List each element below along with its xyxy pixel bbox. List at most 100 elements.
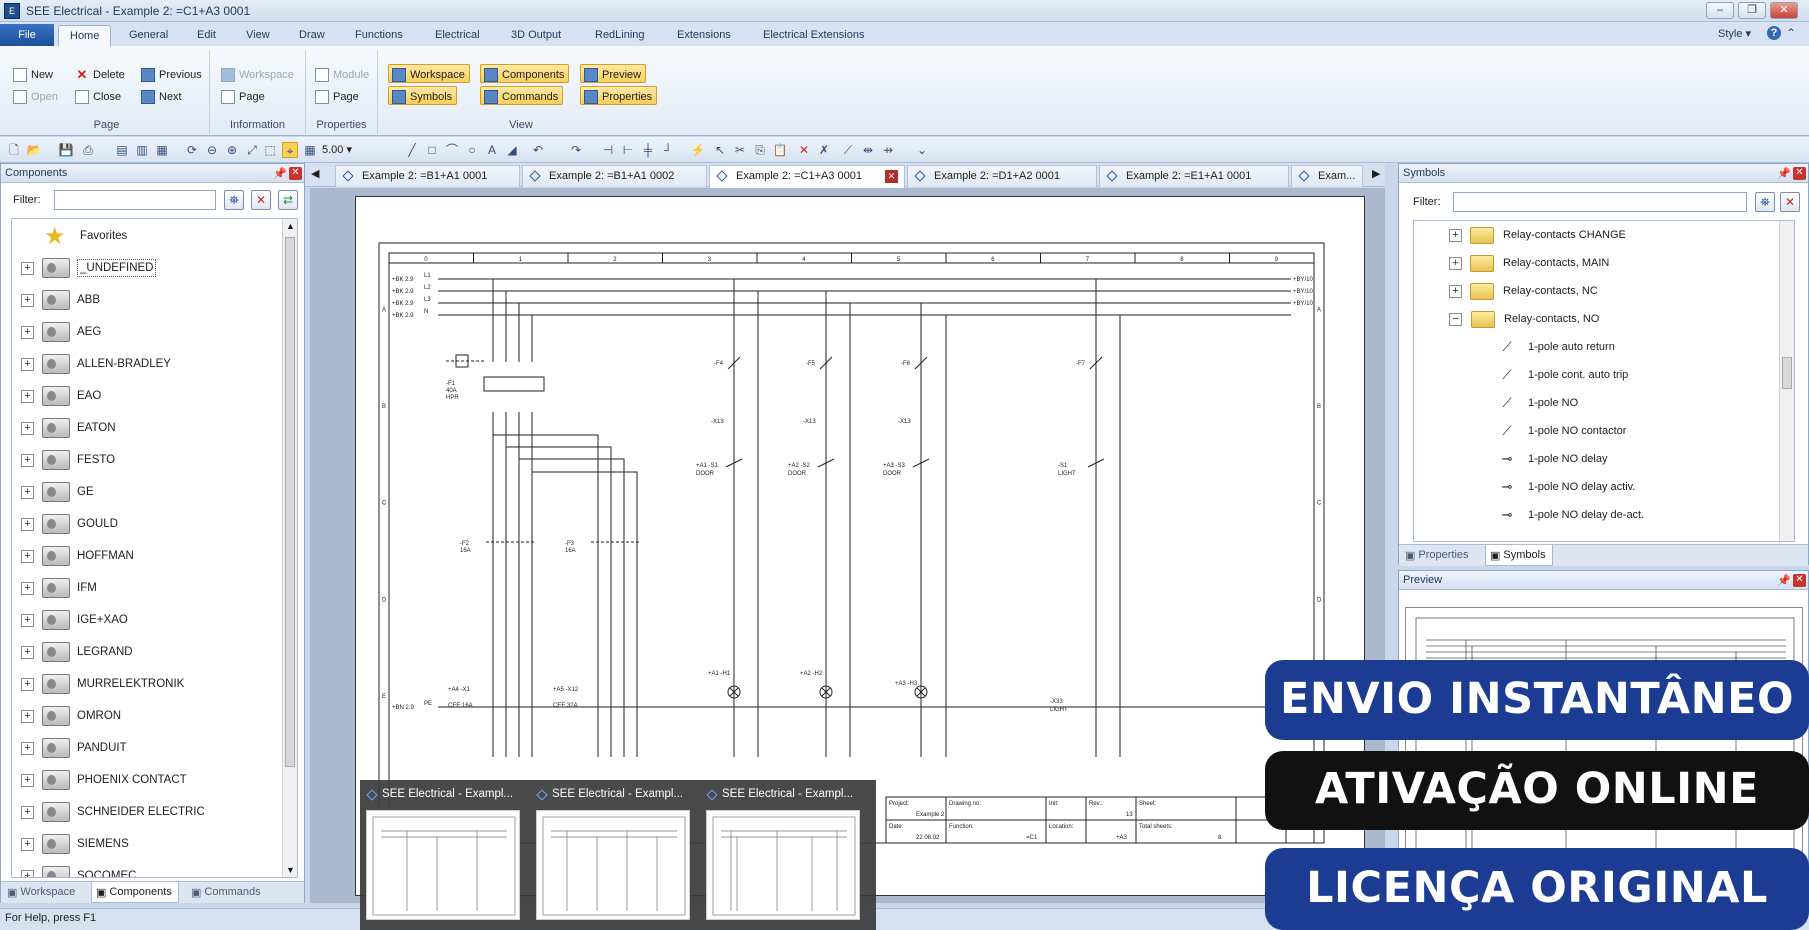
cut-icon[interactable]: ✂ — [732, 142, 748, 158]
component-library-item[interactable]: + GOULD — [12, 508, 282, 540]
expand-icon[interactable]: + — [1449, 284, 1462, 298]
component-library-item[interactable]: + PANDUIT — [12, 732, 282, 764]
expand-icon[interactable]: + — [21, 741, 34, 755]
connection-tool-icon[interactable]: ⊢ — [620, 142, 636, 158]
tab-home[interactable]: Home — [58, 25, 112, 46]
component-library-item[interactable]: + FESTO — [12, 444, 282, 476]
expand-icon[interactable]: + — [1449, 256, 1462, 270]
symbol-item[interactable]: ⊸ 1-pole NO delay — [1496, 445, 1608, 473]
scrollbar-thumb[interactable] — [285, 237, 295, 767]
snap-icon[interactable]: ⌖ — [282, 142, 298, 158]
symbol-item[interactable]: ⟋ 1-pole NO contactor — [1496, 417, 1626, 445]
favorites-item[interactable]: ★ Favorites — [12, 220, 282, 252]
component-library-item[interactable]: + SOCOMEC — [12, 860, 282, 877]
component-library-item[interactable]: + SCHNEIDER ELECTRIC — [12, 796, 282, 828]
hatch-tool-icon[interactable]: ◢ — [504, 142, 520, 158]
tab-commands[interactable]: ▣ Commands — [187, 882, 267, 903]
rectangle-tool-icon[interactable]: □ — [424, 142, 440, 158]
print-icon[interactable]: ⎙ — [80, 142, 96, 158]
close-icon[interactable]: ✕ — [1793, 167, 1806, 180]
pin-icon[interactable]: 📌 — [1777, 574, 1791, 587]
tab-components[interactable]: ▣ Components — [91, 882, 179, 903]
expand-icon[interactable]: + — [21, 421, 34, 435]
symbol-item[interactable]: ⟋ 1-pole NO — [1496, 389, 1578, 417]
component-library-item[interactable]: + IFM — [12, 572, 282, 604]
expand-icon[interactable]: + — [21, 389, 34, 403]
export-icon[interactable]: ▦ — [154, 142, 170, 158]
doc-tab[interactable]: Example 2: =D1+A2 0001 — [907, 165, 1097, 187]
close-page-button[interactable]: Close — [72, 86, 125, 105]
line-tool-icon[interactable]: ╱ — [404, 142, 420, 158]
expand-icon[interactable]: + — [21, 453, 34, 467]
maximize-button[interactable]: ❐ — [1738, 2, 1766, 19]
scroll-up-icon[interactable]: ▲ — [286, 221, 295, 231]
doc-tab[interactable]: Example 2: =B1+A1 0001 — [335, 165, 520, 187]
module-properties-button[interactable]: Module — [312, 64, 373, 83]
component-library-item[interactable]: + MURRELEKTRONIK — [12, 668, 282, 700]
tab-edit[interactable]: Edit — [186, 25, 227, 46]
taskbar-thumbnail[interactable]: SEE Electrical - Exampl... — [700, 780, 868, 930]
component-library-item[interactable]: + LEGRAND — [12, 636, 282, 668]
next-page-button[interactable]: Next — [138, 86, 186, 105]
select-tool-icon[interactable]: ↖ — [712, 142, 728, 158]
expand-icon[interactable]: + — [21, 677, 34, 691]
symbol-folder[interactable]: − Relay-contacts, NO — [1449, 305, 1599, 333]
expand-icon[interactable]: + — [21, 357, 34, 371]
expand-icon[interactable]: + — [21, 485, 34, 499]
view-preview-toggle[interactable]: Preview — [580, 64, 647, 83]
wire-tool-icon[interactable]: ⊣ — [600, 142, 616, 158]
symbol-item[interactable]: ⟋ 1-pole cont. auto trip — [1496, 361, 1628, 389]
bus-tool-icon[interactable]: ╪ — [640, 142, 656, 158]
close-tab-icon[interactable]: ✕ — [885, 170, 898, 183]
junction-tool-icon[interactable]: ┘ — [660, 142, 676, 158]
arc-tool-icon[interactable]: ⌒ — [444, 142, 460, 158]
tab-electrical[interactable]: Electrical — [424, 25, 491, 46]
toolbar-overflow-icon[interactable]: ⌄ — [914, 142, 930, 158]
delete-page-button[interactable]: ✕ Delete — [72, 64, 129, 83]
binoculars-icon[interactable]: ⛯ — [224, 190, 244, 210]
view-symbols-toggle[interactable]: Symbols — [388, 86, 458, 105]
new-page-button[interactable]: New — [10, 64, 57, 83]
align-icon[interactable]: ⇸ — [880, 142, 896, 158]
previous-page-button[interactable]: Previous — [138, 64, 206, 83]
taskbar-thumbnail[interactable]: SEE Electrical - Exampl... — [360, 780, 528, 930]
zoom-out-icon[interactable]: ⊖ — [204, 142, 220, 158]
component-library-item[interactable]: + EATON — [12, 412, 282, 444]
clear-filter-icon[interactable]: ✕ — [251, 190, 271, 210]
tab-extensions[interactable]: Extensions — [666, 25, 742, 46]
copy-icon[interactable]: ⎘ — [752, 142, 768, 158]
open-page-button[interactable]: Open — [10, 86, 62, 105]
binoculars-icon[interactable]: ⛯ — [1755, 192, 1775, 212]
zoom-in-icon[interactable]: ⊕ — [224, 142, 240, 158]
expand-icon[interactable]: + — [21, 325, 34, 339]
tab-symbols[interactable]: ▣ Symbols — [1485, 545, 1553, 566]
component-library-item[interactable]: + HOFFMAN — [12, 540, 282, 572]
symbol-folder[interactable]: + Relay-contacts CHANGE — [1449, 221, 1626, 249]
symbol-folder[interactable]: + Relay-contacts, NC — [1449, 277, 1598, 305]
tab-scroll-right-icon[interactable]: ▶ — [1372, 167, 1380, 180]
save-icon[interactable]: 💾 — [58, 142, 74, 158]
print-preview-icon[interactable]: ▤ — [114, 142, 130, 158]
pin-icon[interactable]: 📌 — [1777, 167, 1791, 180]
refresh-icon[interactable]: ⟳ — [184, 142, 200, 158]
style-menu[interactable]: Style ▾ — [1718, 27, 1751, 40]
help-icon[interactable]: ? — [1767, 26, 1781, 40]
component-library-item[interactable]: + IGE+XAO — [12, 604, 282, 636]
info-workspace-button[interactable]: Workspace — [218, 64, 298, 83]
component-library-item[interactable]: + SIEMENS — [12, 828, 282, 860]
tab-functions[interactable]: Functions — [344, 25, 414, 46]
view-workspace-toggle[interactable]: Workspace — [388, 64, 470, 83]
component-library-item[interactable]: + ABB — [12, 284, 282, 316]
grid-size-select[interactable]: 5.00 ▾ — [322, 143, 352, 156]
expand-icon[interactable]: + — [21, 517, 34, 531]
page-properties-button[interactable]: Page — [312, 86, 363, 105]
tab-draw[interactable]: Draw — [288, 25, 336, 46]
view-commands-toggle[interactable]: Commands — [480, 86, 564, 105]
pin-icon[interactable]: 📌 — [273, 167, 287, 180]
component-library-item[interactable]: + _UNDEFINED — [12, 252, 282, 284]
close-icon[interactable]: ✕ — [289, 167, 302, 180]
close-window-button[interactable]: ✕ — [1770, 2, 1798, 19]
symbols-filter-input[interactable] — [1453, 192, 1747, 212]
grid-icon[interactable]: ▦ — [302, 142, 318, 158]
expand-icon[interactable]: + — [21, 805, 34, 819]
